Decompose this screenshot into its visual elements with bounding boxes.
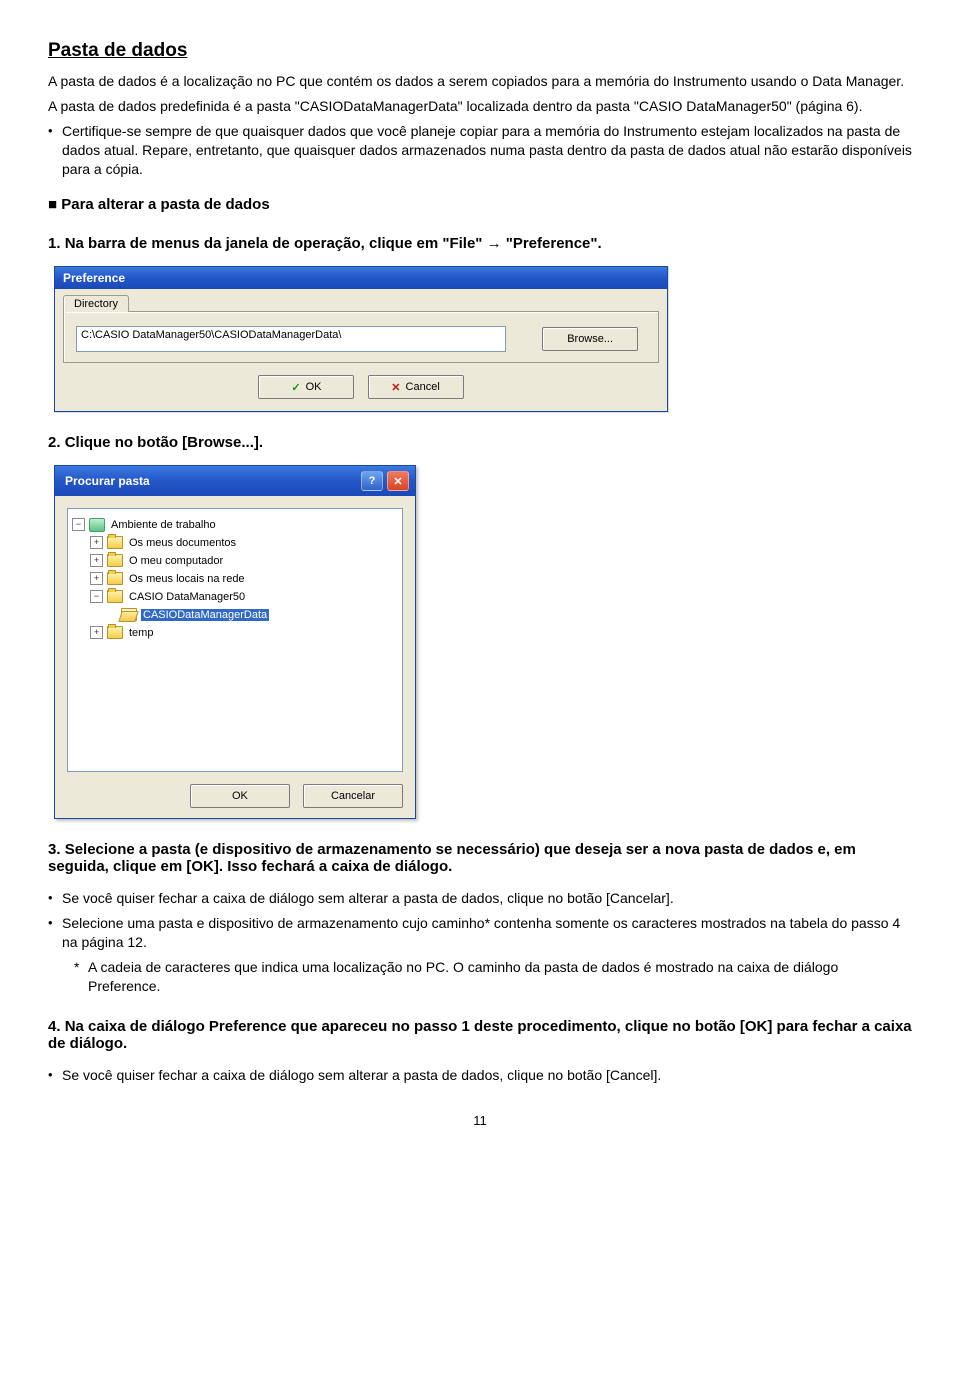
expand-icon[interactable]: + — [90, 626, 103, 639]
intro-para-1: A pasta de dados é a localização no PC q… — [48, 72, 912, 91]
browse-title: Procurar pasta — [65, 474, 150, 488]
browse-cancel-button[interactable]: Cancelar — [303, 784, 403, 808]
preference-dialog: Preference Directory C:\CASIO DataManage… — [54, 266, 668, 412]
step-3: 3. Selecione a pasta (e dispositivo de a… — [48, 841, 912, 875]
folder-icon — [107, 572, 123, 585]
browse-ok-button[interactable]: OK — [190, 784, 290, 808]
tree-node-desktop[interactable]: − Ambiente de trabalho — [72, 516, 398, 533]
close-icon[interactable]: ✕ — [387, 471, 409, 491]
expand-icon[interactable]: + — [90, 554, 103, 567]
help-icon[interactable]: ? — [361, 471, 383, 491]
path-input[interactable]: C:\CASIO DataManager50\CASIODataManagerD… — [76, 326, 506, 352]
bullet-3b: •Selecione uma pasta e dispositivo de ar… — [48, 914, 912, 952]
preference-ok-button[interactable]: ✓ OK — [258, 375, 354, 399]
step-4: 4. Na caixa de diálogo Preference que ap… — [48, 1018, 912, 1052]
preference-titlebar[interactable]: Preference — [55, 267, 667, 289]
bullet-3a: •Se você quiser fechar a caixa de diálog… — [48, 889, 912, 908]
expand-icon[interactable]: + — [90, 536, 103, 549]
folder-tree[interactable]: − Ambiente de trabalho + Os meus documen… — [67, 508, 403, 772]
footnote: *A cadeia de caracteres que indica uma l… — [74, 958, 912, 996]
browse-button[interactable]: Browse... — [542, 327, 638, 351]
collapse-icon[interactable]: − — [90, 590, 103, 603]
bullet-note-1: • Certifique-se sempre de que quaisquer … — [48, 122, 912, 179]
folder-icon — [107, 590, 123, 603]
desktop-icon — [89, 518, 105, 532]
folder-icon — [107, 626, 123, 639]
step-2: 2. Clique no botão [Browse...]. — [48, 434, 912, 451]
tree-node-documents[interactable]: + Os meus documentos — [90, 534, 398, 551]
bullet-4: •Se você quiser fechar a caixa de diálog… — [48, 1066, 912, 1085]
section-heading: Para alterar a pasta de dados — [48, 196, 912, 213]
preference-cancel-button[interactable]: ✕ Cancel — [368, 375, 464, 399]
page-number: 11 — [48, 1113, 912, 1128]
x-icon: ✕ — [391, 381, 400, 394]
tree-node-casio-dm50[interactable]: − CASIO DataManager50 — [90, 588, 398, 605]
tab-directory[interactable]: Directory — [63, 295, 129, 312]
folder-icon — [107, 536, 123, 549]
expand-icon[interactable]: + — [90, 572, 103, 585]
tree-node-casio-data[interactable]: CASIODataManagerData — [108, 606, 398, 623]
intro-para-2: A pasta de dados predefinida é a pasta "… — [48, 97, 912, 116]
browse-folder-dialog: Procurar pasta ? ✕ − Ambiente de trabalh… — [54, 465, 416, 819]
folder-open-icon — [121, 608, 137, 621]
browse-titlebar[interactable]: Procurar pasta ? ✕ — [55, 466, 415, 496]
preference-title: Preference — [63, 271, 125, 285]
folder-icon — [107, 554, 123, 567]
step-1: 1. Na barra de menus da janela de operaç… — [48, 235, 912, 252]
page-title: Pasta de dados — [48, 40, 912, 62]
tree-node-network[interactable]: + Os meus locais na rede — [90, 570, 398, 587]
collapse-icon[interactable]: − — [72, 518, 85, 531]
check-icon: ✓ — [291, 381, 300, 394]
tree-node-temp[interactable]: + temp — [90, 624, 398, 641]
tree-node-computer[interactable]: + O meu computador — [90, 552, 398, 569]
